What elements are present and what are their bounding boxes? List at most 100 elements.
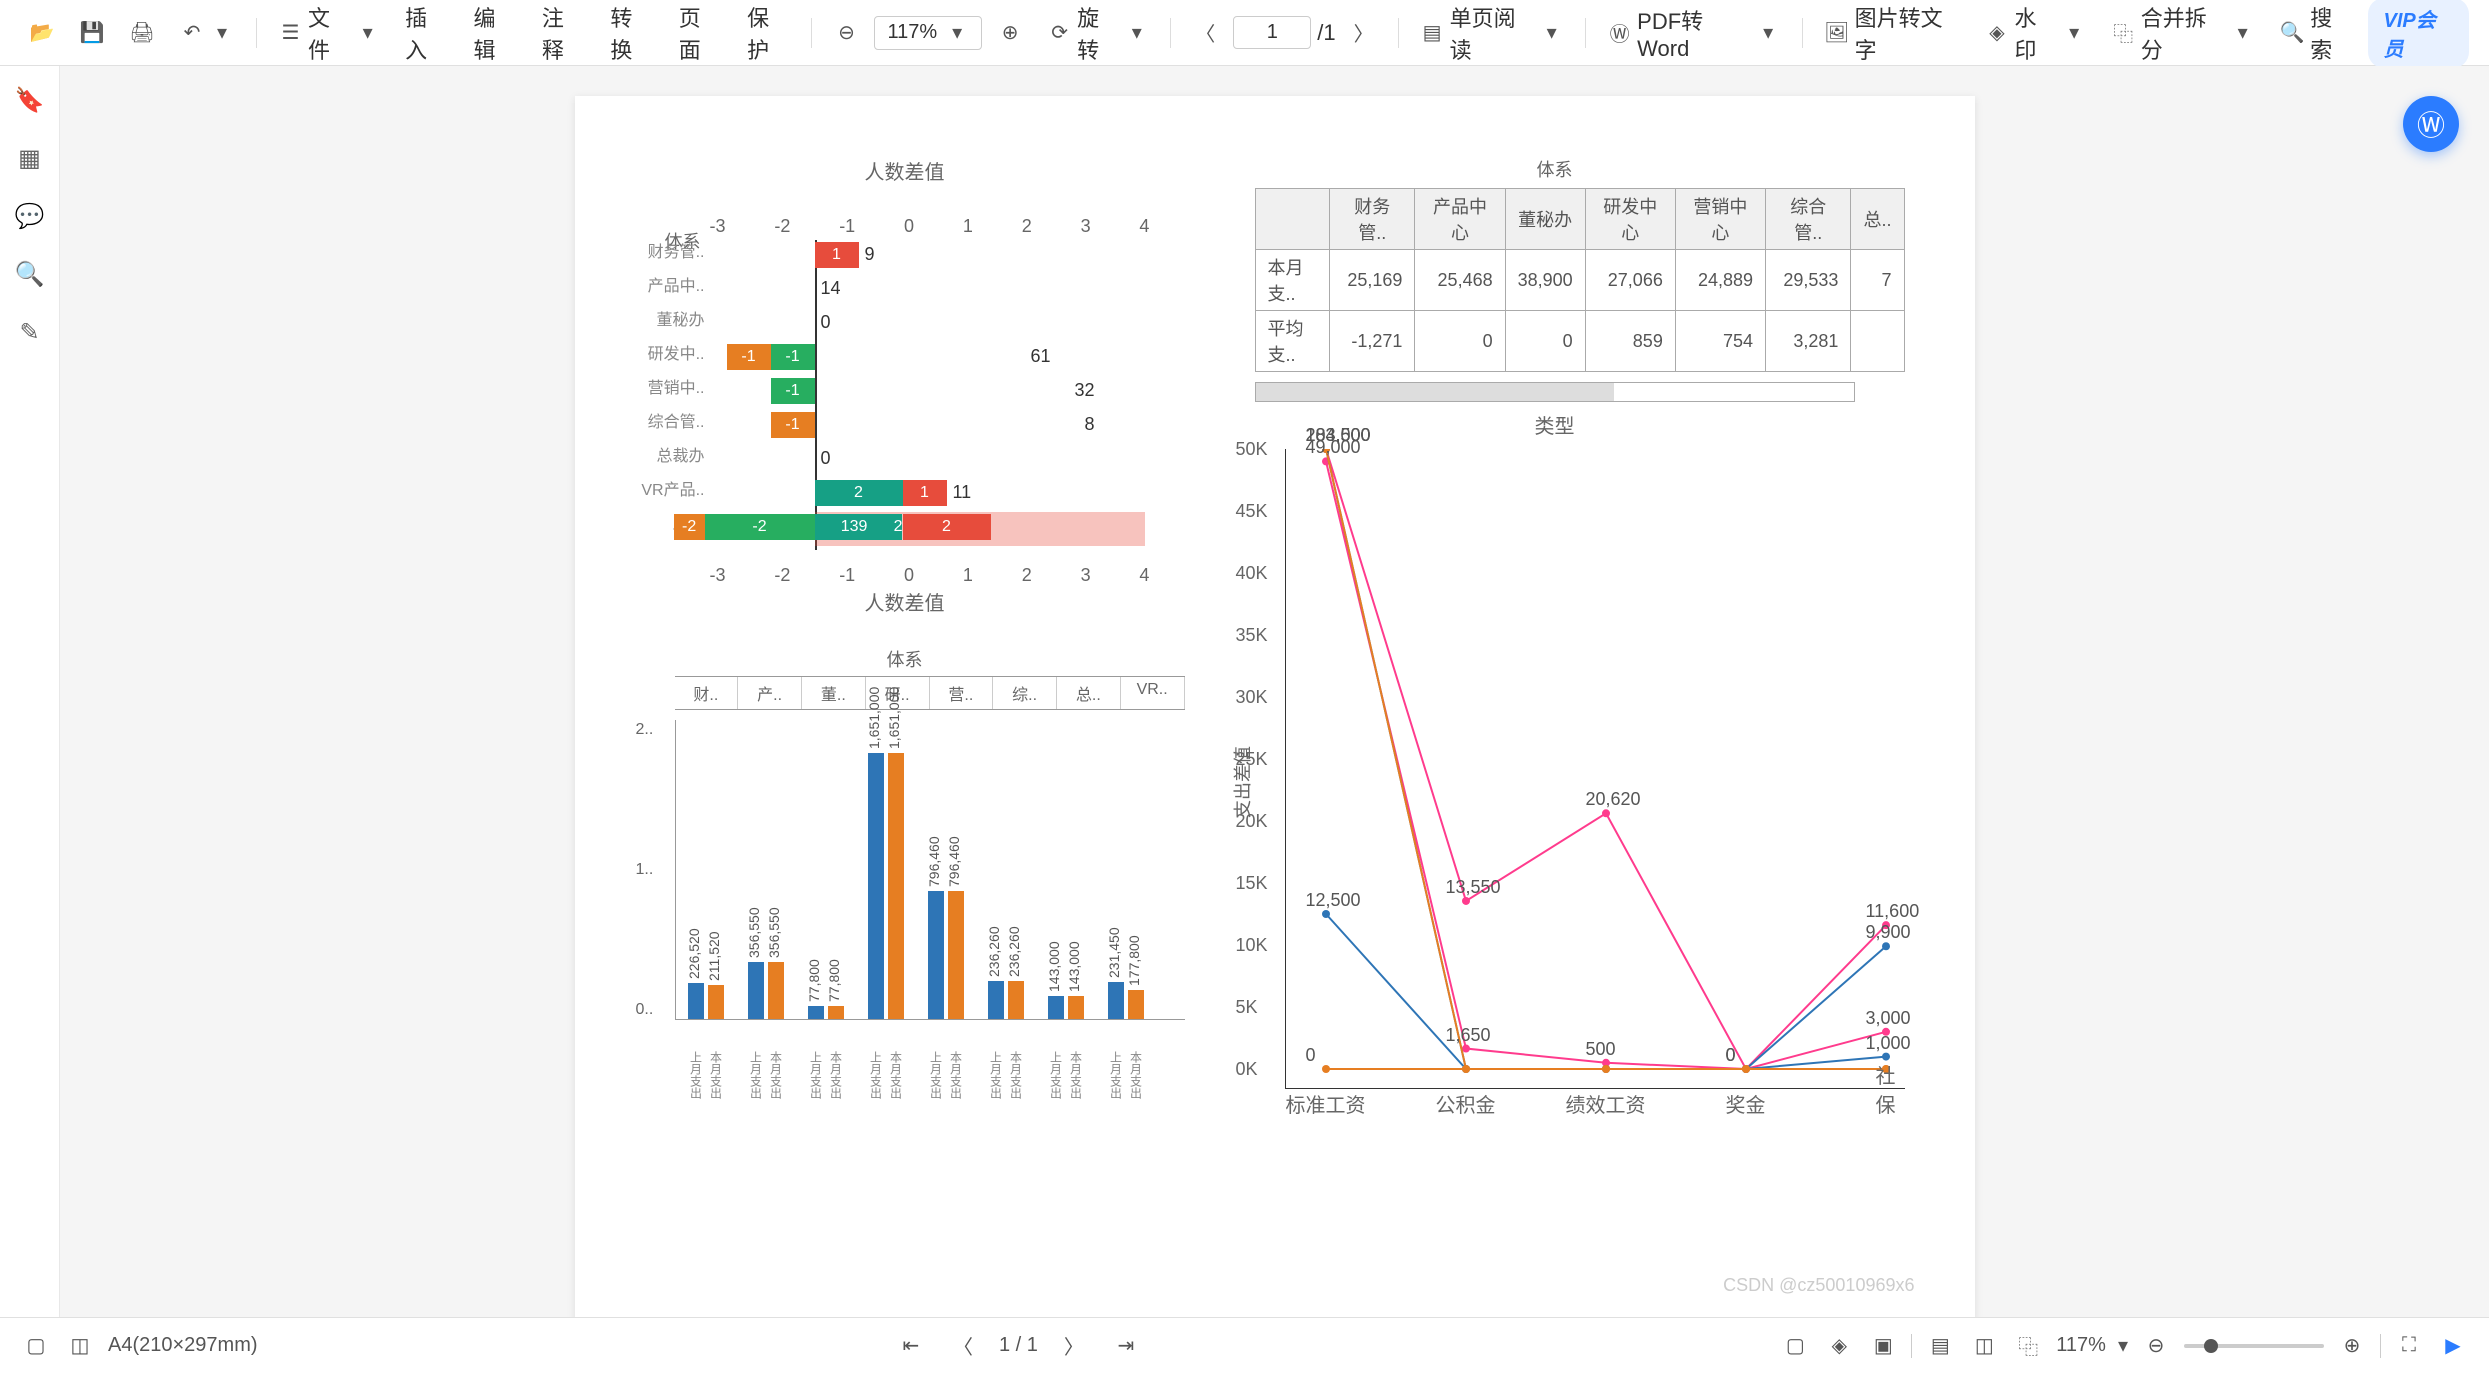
next-page-button[interactable]: 〉 xyxy=(1058,1330,1090,1362)
search-button[interactable]: 🔍搜索 xyxy=(2270,0,2361,71)
ocr-label: 图片转文字 xyxy=(1855,1,1960,65)
insert-button[interactable]: 插入 xyxy=(395,0,457,71)
first-page-button[interactable]: ⇤ xyxy=(895,1330,927,1362)
undo-icon: ↶ xyxy=(180,21,204,45)
merge-label: 合并拆分 xyxy=(2141,1,2225,65)
document-page: 人数差值 -3-2-101234 体系 财务管..产品中..董秘办研发中..营销… xyxy=(575,96,1975,1317)
chart-line: 体系 财务管..产品中心董秘办研发中心营销中心综合管..总..本月支..25,1… xyxy=(1205,156,1905,1056)
bar-plot: 0.. 1.. 2.. 226,520上月支出211,520本月支出356,55… xyxy=(675,720,1185,1020)
table-scroll[interactable] xyxy=(1255,382,1855,402)
zoom-slider[interactable] xyxy=(2184,1344,2324,1348)
view-mode-4[interactable]: ▤ xyxy=(1924,1330,1956,1362)
line-plot: 支出差值 0K5K10K15K20K25K30K35K40K45K50K标准工资… xyxy=(1285,449,1905,1089)
left-sidebar: 🔖 ▦ 💬 🔍 ✎ xyxy=(0,66,60,1317)
undo-button[interactable]: ↶▾ xyxy=(170,15,244,51)
chevron-left-icon: 〈 xyxy=(1193,21,1217,45)
pdf-to-word-button[interactable]: ⓌPDF转Word ▾ xyxy=(1598,0,1790,68)
zoom-out-button[interactable]: ⊖ xyxy=(2140,1330,2172,1362)
view-mode-3[interactable]: ▣ xyxy=(1867,1330,1899,1362)
paper-size: A4(210×297mm) xyxy=(108,1334,258,1357)
row-labels: 财务管..产品中..董秘办研发中..营销中..综合管..总裁办VR产品..总和 xyxy=(625,236,705,542)
prev-page-button[interactable]: 〈 xyxy=(947,1330,979,1362)
watermark-text: CSDN @cz50010969x6 xyxy=(1723,1275,1914,1296)
protect-button[interactable]: 保护 xyxy=(737,0,799,71)
zoom-in-button[interactable]: ⊕ xyxy=(988,15,1032,51)
merge-icon: ⿻ xyxy=(2112,21,2135,45)
page-button[interactable]: 页面 xyxy=(669,0,731,71)
menu-button[interactable]: ☰文件▾ xyxy=(269,0,389,71)
convert-button[interactable]: 转换 xyxy=(600,0,662,71)
view-mode-2[interactable]: ◈ xyxy=(1823,1330,1855,1362)
rotate-button[interactable]: ⟳旋转▾ xyxy=(1038,0,1158,71)
print-button[interactable]: 🖨 xyxy=(120,15,164,51)
x-ticks-bottom: -3-2-101234 xyxy=(710,565,1150,586)
ocr-button[interactable]: 🖼图片转文字 xyxy=(1815,0,1970,71)
menu-icon: ☰ xyxy=(279,21,302,45)
chevron-down-icon[interactable]: ▾ xyxy=(2118,1333,2128,1358)
comment-button[interactable]: 注释 xyxy=(532,0,594,71)
watermark-button[interactable]: ◈水印▾ xyxy=(1976,0,2096,71)
next-page-button[interactable]: 〉 xyxy=(1342,15,1386,51)
watermark-icon: ◈ xyxy=(1986,21,2009,45)
chevron-down-icon: ▾ xyxy=(1125,21,1148,45)
word-icon: Ⓦ xyxy=(1608,21,1631,45)
export-word-floater[interactable]: Ⓦ xyxy=(2403,96,2459,152)
zoom-value: 117% xyxy=(887,21,937,44)
ytick: 1.. xyxy=(636,861,654,879)
bookmark-icon[interactable]: 🔖 xyxy=(16,86,44,114)
line-svg xyxy=(1286,449,1905,1088)
minus-icon: ⊖ xyxy=(834,21,858,45)
chevron-down-icon: ▾ xyxy=(945,21,969,45)
ytick: 0.. xyxy=(636,1001,654,1019)
chevron-down-icon: ▾ xyxy=(2063,21,2086,45)
zoom-in-button[interactable]: ⊕ xyxy=(2336,1330,2368,1362)
watermark-label: 水印 xyxy=(2015,1,2057,65)
chevron-down-icon: ▾ xyxy=(1757,21,1780,45)
chevron-right-icon: 〉 xyxy=(1352,21,1376,45)
page-indicator: 1 / 1 xyxy=(999,1334,1038,1357)
single-label: 单页阅读 xyxy=(1450,1,1534,65)
page-layout-2[interactable]: ◫ xyxy=(64,1330,96,1362)
chart-title: 人数差值 xyxy=(625,156,1185,185)
word-icon: Ⓦ xyxy=(2417,104,2445,144)
rotate-label: 旋转 xyxy=(1077,1,1119,65)
save-button[interactable]: 💾 xyxy=(70,15,114,51)
edit-panel-icon[interactable]: ✎ xyxy=(16,318,44,346)
annotation-icon[interactable]: 💬 xyxy=(16,202,44,230)
ytick: 2.. xyxy=(636,721,654,739)
rotate-icon: ⟳ xyxy=(1048,21,1071,45)
page-layout-1[interactable]: ▢ xyxy=(20,1330,52,1362)
page-icon: ▤ xyxy=(1421,21,1444,45)
thumbnails-icon[interactable]: ▦ xyxy=(16,144,44,172)
edit-button[interactable]: 编辑 xyxy=(464,0,526,71)
chevron-down-icon: ▾ xyxy=(2231,21,2254,45)
file-label: 文件 xyxy=(308,1,350,65)
image-text-icon: 🖼 xyxy=(1825,21,1849,45)
view-mode-5[interactable]: ◫ xyxy=(1968,1330,2000,1362)
merge-split-button[interactable]: ⿻合并拆分▾ xyxy=(2102,0,2265,71)
play-button[interactable]: ▶ xyxy=(2437,1330,2469,1362)
status-bar: ▢ ◫ A4(210×297mm) ⇤ 〈 1 / 1 〉 ⇥ ▢ ◈ ▣ ▤ … xyxy=(0,1317,2489,1373)
print-icon: 🖨 xyxy=(130,21,154,45)
axis-title: 体系 xyxy=(625,646,1185,672)
search-panel-icon[interactable]: 🔍 xyxy=(16,260,44,288)
main-area: 🔖 ▦ 💬 🔍 ✎ Ⓦ 人数差值 -3-2-101234 体系 财务管..产品中… xyxy=(0,66,2489,1317)
view-mode-1[interactable]: ▢ xyxy=(1779,1330,1811,1362)
single-page-button[interactable]: ▤单页阅读▾ xyxy=(1411,0,1574,71)
zoom-out-button[interactable]: ⊖ xyxy=(824,15,868,51)
chart-diverging: 人数差值 -3-2-101234 体系 财务管..产品中..董秘办研发中..营销… xyxy=(625,156,1185,636)
pdf2word-label: PDF转Word xyxy=(1637,4,1750,62)
search-icon: 🔍 xyxy=(2280,21,2304,45)
page-input[interactable]: 1 xyxy=(1233,16,1311,49)
folder-icon: 📂 xyxy=(30,21,54,45)
vip-badge[interactable]: VIP会员 xyxy=(2368,0,2470,68)
view-mode-6[interactable]: ⿻ xyxy=(2012,1330,2044,1362)
chevron-down-icon: ▾ xyxy=(356,21,379,45)
chart-grouped-bars: 体系 财..产..董..研..营..综..总..VR.. 0.. 1.. 2..… xyxy=(625,646,1185,1046)
open-button[interactable]: 📂 xyxy=(20,15,64,51)
page-total: /1 xyxy=(1317,20,1335,46)
fullscreen-button[interactable]: ⛶ xyxy=(2393,1330,2425,1362)
prev-page-button[interactable]: 〈 xyxy=(1183,15,1227,51)
last-page-button[interactable]: ⇥ xyxy=(1110,1330,1142,1362)
zoom-select[interactable]: 117% ▾ xyxy=(874,16,982,50)
